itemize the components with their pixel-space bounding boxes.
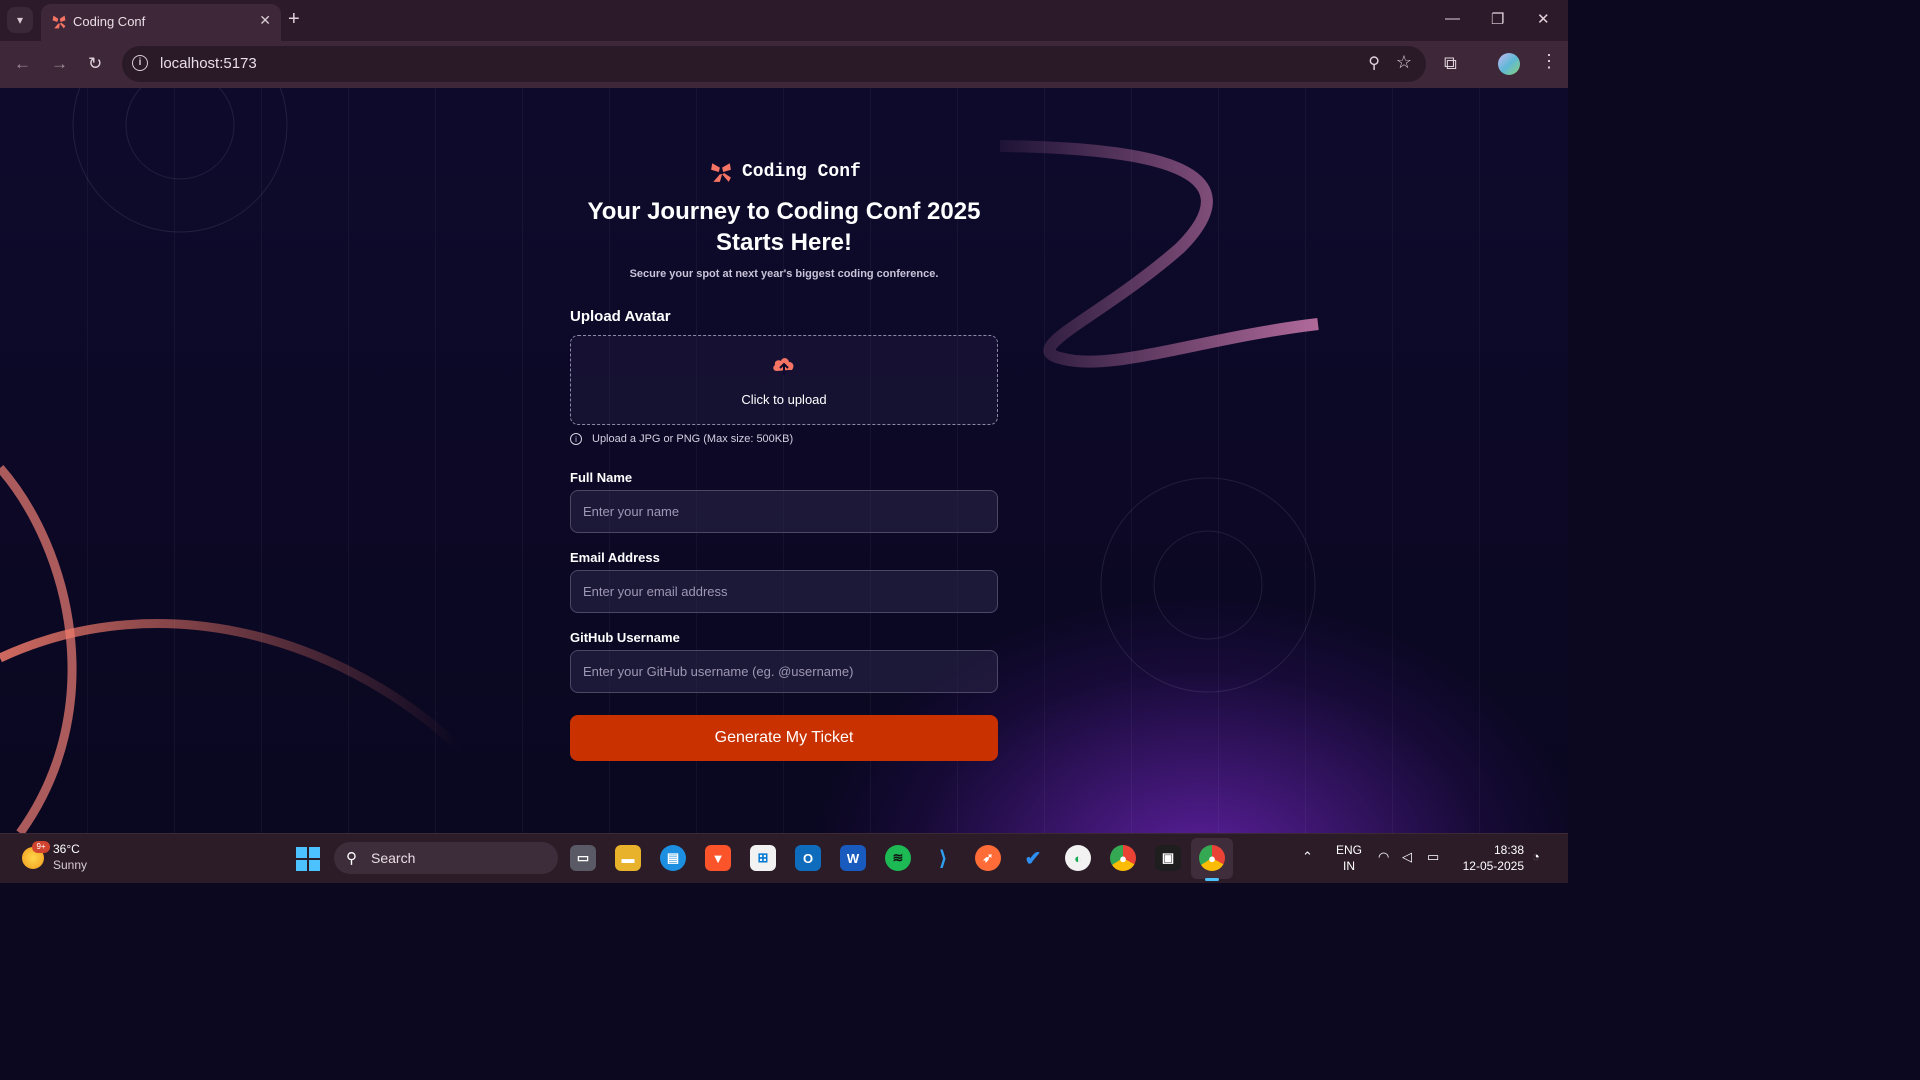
tab-close-icon[interactable]: ✕: [259, 12, 271, 29]
word-icon[interactable]: W: [840, 845, 866, 871]
taskbar-search-label: Search: [371, 850, 416, 866]
clock-time: 18:38: [1493, 843, 1524, 857]
start-button-icon[interactable]: [296, 847, 320, 871]
chrome-icon[interactable]: ●: [1110, 845, 1136, 871]
upload-avatar-label: Upload Avatar: [570, 308, 671, 325]
language-indicator[interactable]: ENG IN: [1336, 842, 1362, 874]
mongodb-compass-icon[interactable]: ◐: [1065, 845, 1091, 871]
terminal-icon[interactable]: ▣: [1155, 845, 1181, 871]
docker-icon[interactable]: ▤: [660, 845, 686, 871]
file-explorer-icon[interactable]: ▬: [615, 845, 641, 871]
generate-ticket-button[interactable]: Generate My Ticket: [570, 715, 998, 761]
weather-condition[interactable]: Sunny: [53, 858, 87, 872]
region-code: IN: [1343, 859, 1355, 873]
reload-icon[interactable]: ↻: [88, 54, 102, 74]
tab-title: Coding Conf: [73, 14, 146, 29]
profile-avatar[interactable]: [1498, 53, 1520, 75]
browser-menu-icon[interactable]: ⋮: [1540, 51, 1558, 72]
language-code: ENG: [1336, 843, 1363, 857]
address-bar[interactable]: i localhost:5173 ⚲ ☆: [122, 46, 1426, 82]
task-view-icon[interactable]: ▭: [570, 845, 596, 871]
search-icon: ⚲: [346, 850, 357, 867]
active-app-indicator: [1205, 878, 1219, 881]
notification-bell-icon[interactable]: ◔: [1532, 849, 1540, 864]
page-title: Your Journey to Coding Conf 2025 Starts …: [560, 196, 1008, 258]
spotify-icon[interactable]: ≋: [885, 845, 911, 871]
close-window-icon[interactable]: ✕: [1537, 10, 1550, 28]
browser-toolbar: ← → ↻ i localhost:5173 ⚲ ☆ ⧉ ⋮: [0, 41, 1568, 88]
logo: Coding Conf: [710, 160, 861, 184]
upload-cta: Click to upload: [741, 392, 827, 407]
extensions-icon[interactable]: ⧉: [1444, 53, 1457, 74]
coding-conf-favicon-icon: [52, 15, 66, 29]
system-clock[interactable]: 18:38 12-05-2025: [1460, 842, 1524, 874]
volume-icon[interactable]: ◁: [1402, 849, 1412, 865]
show-hidden-icons-icon[interactable]: ⌃: [1302, 849, 1313, 865]
microsoft-store-icon[interactable]: ⊞: [750, 845, 776, 871]
chrome-profile-icon[interactable]: ●: [1199, 845, 1225, 871]
new-tab-button[interactable]: +: [288, 8, 300, 30]
upload-hint-text: Upload a JPG or PNG (Max size: 500KB): [592, 433, 794, 445]
page-viewport: Coding Conf Your Journey to Coding Conf …: [0, 88, 1568, 833]
browser-tab-bar: ▾ Coding Conf ✕ + — ❐ ✕: [0, 0, 1568, 41]
restore-icon[interactable]: ❐: [1491, 10, 1504, 28]
upload-hint: i Upload a JPG or PNG (Max size: 500KB): [570, 433, 793, 445]
email-input[interactable]: [570, 570, 998, 613]
clock-date: 12-05-2025: [1462, 859, 1524, 873]
logo-text: Coding Conf: [742, 162, 861, 182]
full-name-label: Full Name: [570, 470, 633, 485]
email-label: Email Address: [570, 550, 660, 565]
address-url[interactable]: localhost:5173: [160, 55, 257, 72]
back-icon[interactable]: ←: [14, 54, 31, 74]
zoom-icon[interactable]: ⚲: [1368, 53, 1380, 73]
coding-conf-logo-icon: [711, 163, 731, 182]
todo-icon[interactable]: ✔: [1020, 845, 1046, 871]
taskbar: 9+ 36°C Sunny ⚲ Search ▭ ▬ ▤ ▼ ⊞ O W ≋ ⟩…: [0, 833, 1568, 883]
postman-icon[interactable]: ➶: [975, 845, 1001, 871]
minimize-icon[interactable]: —: [1445, 10, 1460, 27]
github-username-input[interactable]: [570, 650, 998, 693]
outlook-icon[interactable]: O: [795, 845, 821, 871]
site-info-icon[interactable]: i: [132, 55, 148, 71]
forward-icon[interactable]: →: [51, 54, 68, 74]
page-title-line-2: Starts Here!: [715, 229, 853, 256]
full-name-input[interactable]: [570, 490, 998, 533]
browser-tab[interactable]: Coding Conf ✕: [41, 4, 281, 41]
brave-icon[interactable]: ▼: [705, 845, 731, 871]
taskbar-search[interactable]: ⚲ Search: [334, 842, 558, 874]
avatar-upload-dropzone[interactable]: Click to upload: [570, 335, 998, 425]
github-username-label: GitHub Username: [570, 630, 680, 645]
tab-search-button[interactable]: ▾: [7, 7, 33, 33]
page-subtitle: Secure your spot at next year's biggest …: [629, 268, 939, 280]
info-icon: i: [570, 433, 582, 445]
battery-icon[interactable]: ▭: [1427, 849, 1439, 865]
weather-temperature[interactable]: 36°C: [53, 842, 80, 856]
weather-badge: 9+: [32, 841, 50, 853]
page-title-line-1: Your Journey to Coding Conf 2025: [587, 198, 981, 225]
cloud-upload-icon: [773, 358, 794, 375]
wifi-icon[interactable]: ◠: [1378, 849, 1389, 865]
bookmark-star-icon[interactable]: ☆: [1396, 52, 1412, 73]
vscode-icon[interactable]: ⟩: [930, 845, 956, 871]
